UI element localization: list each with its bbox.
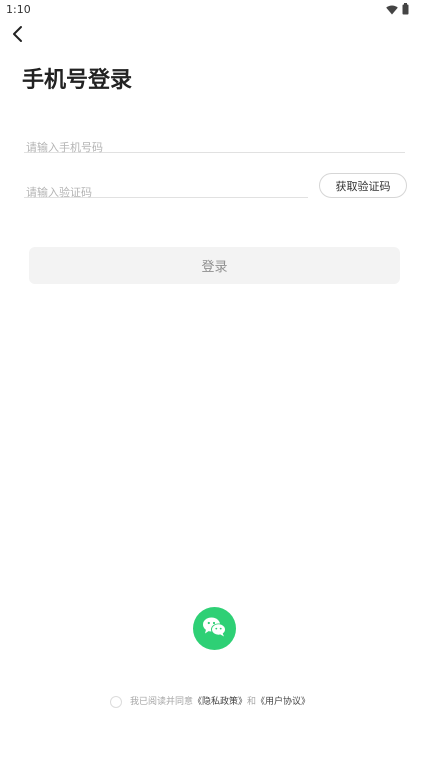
user-agreement-link[interactable]: 《用户协议》 — [256, 695, 310, 709]
wechat-login-button[interactable] — [193, 607, 236, 650]
page-title: 手机号登录 — [22, 68, 133, 93]
phone-field — [24, 136, 405, 156]
agreement-row: 我已阅读并同意 《隐私政策》 和 《用户协议》 — [110, 695, 310, 709]
login-button[interactable]: 登录 — [29, 247, 400, 284]
code-field — [24, 181, 308, 201]
get-code-button[interactable]: 获取验证码 — [319, 173, 407, 198]
back-button[interactable] — [6, 24, 30, 48]
agreement-checkbox[interactable] — [110, 696, 122, 708]
chevron-left-icon — [11, 25, 25, 47]
wifi-icon — [386, 0, 398, 19]
status-icons — [386, 2, 409, 15]
phone-input[interactable] — [24, 139, 405, 156]
wechat-icon — [202, 616, 228, 642]
status-time: 1:10 — [6, 3, 31, 16]
agreement-prefix: 我已阅读并同意 — [130, 697, 194, 707]
privacy-policy-link[interactable]: 《隐私政策》 — [193, 695, 247, 709]
status-bar: 1:10 — [0, 0, 429, 20]
agreement-conjunction: 和 — [247, 697, 257, 707]
verification-code-input[interactable] — [24, 184, 308, 201]
battery-icon — [402, 0, 409, 19]
